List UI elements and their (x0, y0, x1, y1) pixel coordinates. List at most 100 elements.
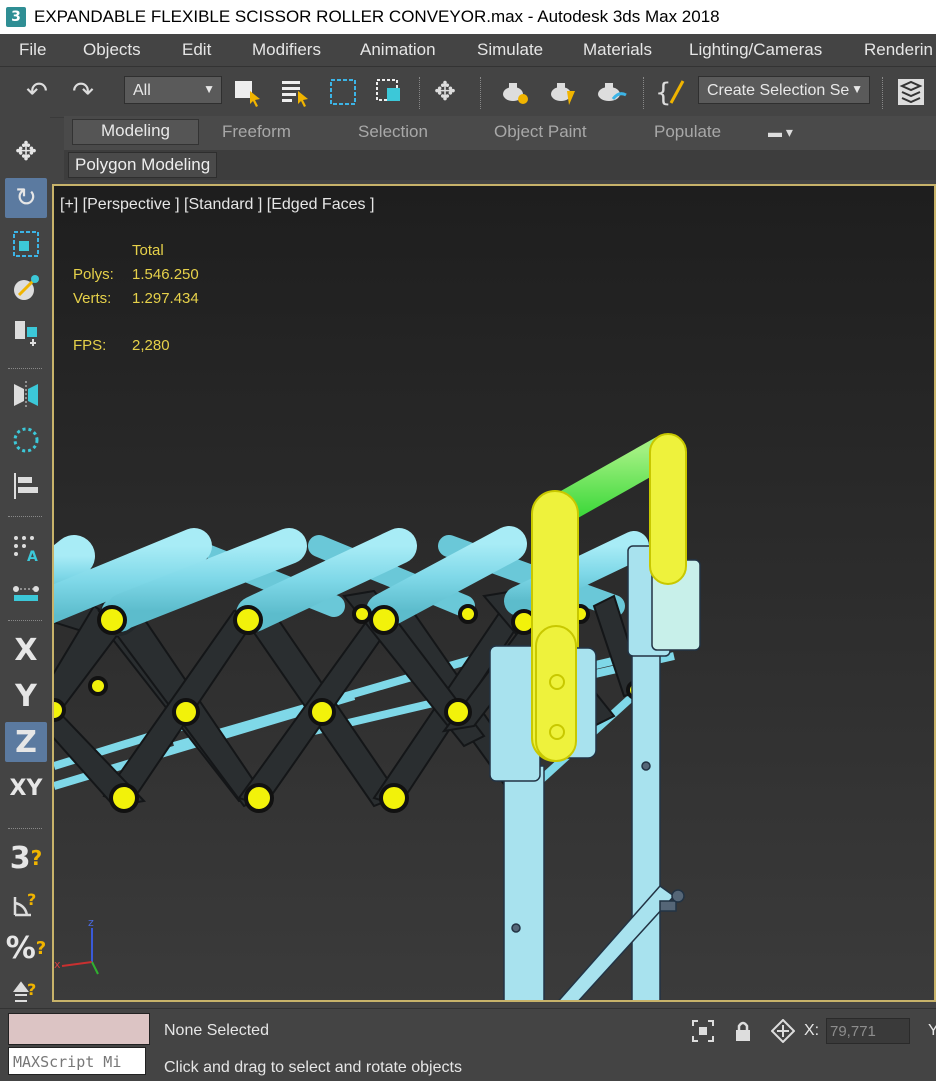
redo-icon[interactable]: ↷ (66, 75, 100, 109)
toolbar-separator (419, 77, 422, 109)
stats-header: Total (132, 242, 164, 259)
select-and-move-icon[interactable]: ✥ (428, 75, 462, 109)
ribbon-options-icon[interactable]: ▬ ▾ (768, 124, 793, 141)
measure-icon[interactable] (5, 572, 47, 612)
viewport-label[interactable]: [+] [Perspective ] [Standard ] [Edged Fa… (60, 196, 374, 214)
undo-icon[interactable]: ↶ (20, 75, 54, 109)
select-by-name-icon[interactable] (278, 75, 312, 109)
toolbar-separator (8, 368, 42, 369)
percent-snap-label: % (5, 930, 36, 966)
mirror-icon[interactable] (5, 374, 47, 414)
perspective-viewport[interactable]: z x [+] [Perspective ] [Standard ] [Edge… (52, 184, 936, 1002)
place-icon[interactable] (5, 268, 47, 308)
toolbar-separator (882, 77, 885, 109)
menu-objects[interactable]: Objects (83, 40, 141, 60)
axis-z-button[interactable]: Z (5, 722, 47, 762)
maxscript-mini-listener[interactable]: MAXScript Mi (8, 1047, 146, 1075)
scene-explorer-icon[interactable] (894, 75, 928, 109)
window-crossing-icon[interactable] (372, 75, 406, 109)
snap-3d-button[interactable]: 3? (5, 838, 47, 878)
polys-label: Polys: (73, 266, 114, 283)
y-coordinate-label: Y (928, 1022, 936, 1039)
svg-text:{: { (655, 78, 672, 107)
tab-selection[interactable]: Selection (358, 122, 428, 142)
tab-freeform[interactable]: Freeform (222, 122, 291, 142)
absolute-mode-icon[interactable] (770, 1018, 796, 1045)
selection-filter-dropdown[interactable]: All ▼ (124, 76, 222, 104)
align-left-icon[interactable] (5, 466, 47, 506)
axis-xy-button[interactable]: XY (5, 768, 47, 808)
menu-modifiers[interactable]: Modifiers (252, 40, 321, 60)
render-setup-icon[interactable] (498, 75, 532, 109)
spinner-snap-icon[interactable]: ? (5, 972, 47, 1012)
move-icon[interactable]: ✥ (5, 132, 47, 172)
prompt-hint: Click and drag to select and rotate obje… (164, 1059, 462, 1076)
left-toolbar: ✥ ↻ A X Y Z XY 3? ? %? ? (0, 116, 50, 1008)
selection-filter-value: All (133, 82, 151, 99)
snap-magnet-icon: ? (30, 846, 43, 870)
snap-3d-label: 3 (9, 840, 31, 876)
gizmo-z-label: z (88, 916, 94, 929)
fps-value: 2,280 (132, 337, 170, 354)
ribbon: Modeling Freeform Selection Object Paint… (64, 116, 936, 150)
gizmo-x-label: x (54, 958, 61, 971)
x-coordinate-field[interactable]: 79,771 (826, 1018, 910, 1044)
scene-render: z x (54, 433, 701, 1000)
axis-y-button[interactable]: Y (5, 676, 47, 716)
chevron-down-icon: ▼ (851, 82, 863, 96)
svg-text:?: ? (27, 890, 36, 909)
main-toolbar: ↶ ↷ All ▼ ✥ { Create Selection Se ▼ (0, 66, 936, 118)
rendered-frame-icon[interactable] (546, 75, 580, 109)
menu-lighting-cameras[interactable]: Lighting/Cameras (689, 40, 822, 60)
toolbar-separator (8, 516, 42, 517)
menu-animation[interactable]: Animation (360, 40, 436, 60)
selection-lock-icon[interactable] (730, 1019, 756, 1045)
verts-value: 1.297.434 (132, 290, 199, 307)
chevron-down-icon: ▼ (203, 82, 215, 96)
title-bar: 3 EXPANDABLE FLEXIBLE SCISSOR ROLLER CON… (0, 0, 936, 34)
verts-label: Verts: (73, 290, 112, 307)
toolbar-separator (8, 828, 42, 829)
menu-simulate[interactable]: Simulate (477, 40, 543, 60)
snap-magnet-icon: ? (35, 937, 47, 959)
select-object-icon[interactable] (230, 75, 264, 109)
selection-set-placeholder: Create Selection Se (707, 82, 850, 99)
toolbar-separator (8, 620, 42, 621)
align-icon[interactable] (5, 312, 47, 352)
ribbon-panel-bar: Polygon Modeling (64, 150, 936, 180)
edit-named-selection-icon[interactable]: { (654, 75, 688, 109)
axis-x-button[interactable]: X (5, 630, 47, 670)
x-coordinate-label: X: (804, 1022, 820, 1039)
selection-set-dropdown[interactable]: Create Selection Se ▼ (698, 76, 870, 104)
tab-modeling[interactable]: Modeling (72, 119, 199, 145)
svg-text:?: ? (27, 980, 36, 999)
angle-snap-icon[interactable]: ? (5, 884, 47, 924)
axis-gizmo: z x (54, 916, 99, 975)
rotate-icon[interactable]: ↻ (5, 178, 47, 218)
polys-value: 1.546.250 (132, 266, 199, 283)
menu-file[interactable]: File (19, 40, 46, 60)
scale-icon[interactable] (5, 224, 47, 264)
maxscript-listener-output[interactable] (8, 1013, 150, 1045)
grid-snap-icon[interactable]: A (5, 528, 47, 568)
menu-rendering[interactable]: Renderin (864, 40, 933, 60)
window-title: EXPANDABLE FLEXIBLE SCISSOR ROLLER CONVE… (34, 7, 720, 26)
isolate-icon[interactable] (5, 420, 47, 460)
status-bar: MAXScript Mi None Selected Click and dra… (0, 1008, 936, 1081)
tab-populate[interactable]: Populate (654, 122, 721, 142)
tab-object-paint[interactable]: Object Paint (494, 122, 587, 142)
svg-text:A: A (27, 549, 38, 563)
render-icon[interactable] (594, 75, 628, 109)
polygon-modeling-panel[interactable]: Polygon Modeling (68, 152, 218, 178)
toolbar-separator (643, 77, 646, 109)
isolate-selection-icon[interactable] (690, 1019, 716, 1045)
rectangular-selection-icon[interactable] (326, 75, 360, 109)
selection-status: None Selected (164, 1022, 269, 1039)
app-icon: 3 (6, 7, 26, 27)
fps-label: FPS: (73, 337, 107, 354)
menu-edit[interactable]: Edit (182, 40, 211, 60)
menu-bar: File Objects Edit Modifiers Animation Si… (0, 34, 936, 66)
menu-materials[interactable]: Materials (583, 40, 652, 60)
percent-snap-button[interactable]: %? (5, 928, 47, 968)
toolbar-separator (480, 77, 483, 109)
